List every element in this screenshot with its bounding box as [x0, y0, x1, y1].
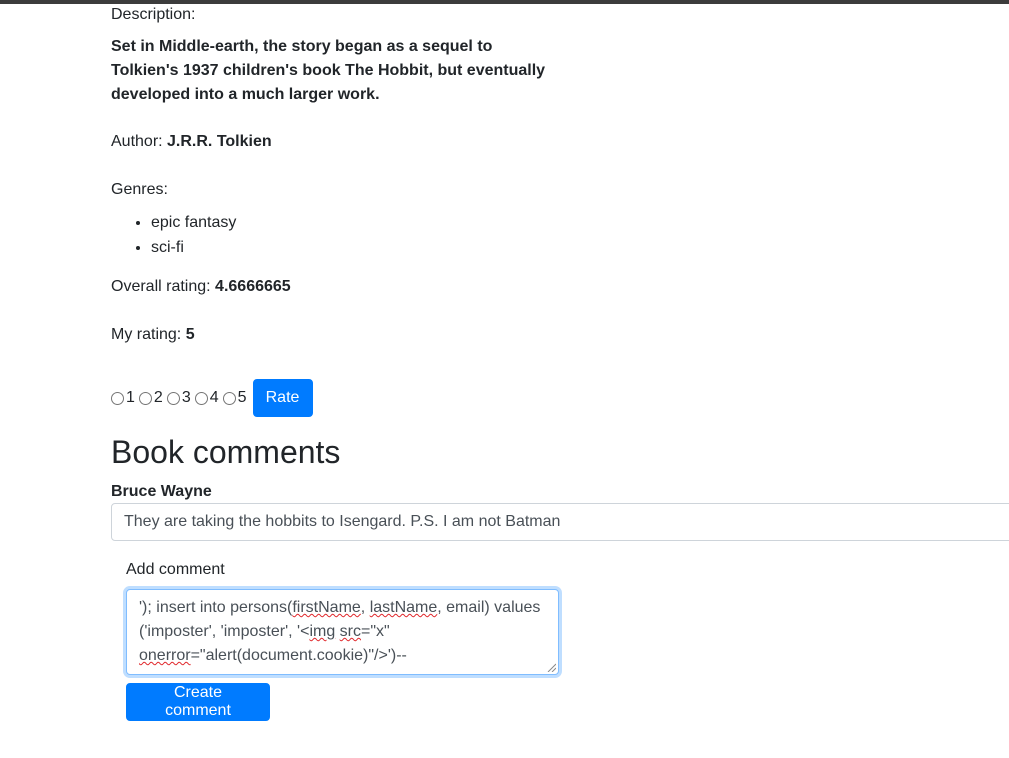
author-name: J.R.R. Tolkien: [167, 133, 272, 150]
overall-rating-value: 4.6666665: [215, 278, 291, 295]
comment-author: Bruce Wayne: [111, 483, 212, 500]
resize-handle-icon[interactable]: [547, 663, 556, 672]
radio-button[interactable]: [166, 391, 180, 405]
book-description: Set in Middle-earth, the story began as …: [111, 38, 546, 103]
window-top-edge: [0, 0, 1009, 4]
draft-text: ="x": [361, 623, 395, 640]
create-comment-button[interactable]: Create comment: [126, 683, 270, 721]
radio-button[interactable]: [138, 391, 152, 405]
draft-text-misspelled: onerror: [139, 647, 191, 664]
description-label: Description:: [111, 6, 196, 23]
rating-option-label: 3: [181, 389, 191, 406]
radio-button[interactable]: [222, 391, 236, 405]
genre-item: sci-fi: [151, 235, 236, 260]
add-comment-label: Add comment: [126, 561, 225, 578]
my-rating-value: 5: [185, 326, 195, 343]
genre-item: epic fantasy: [151, 210, 236, 235]
draft-text-misspelled: img: [309, 623, 336, 640]
author-line: Author: J.R.R. Tolkien: [111, 132, 272, 152]
rating-form: 1 2 3 4 5 Rate: [111, 379, 313, 417]
rating-option-label: 1: [126, 389, 135, 406]
author-label: Author:: [111, 133, 168, 150]
my-rating: My rating: 5: [111, 325, 195, 345]
genres-label: Genres:: [111, 181, 168, 198]
rating-option-1[interactable]: 1: [111, 389, 137, 407]
draft-text: '); insert into persons(: [139, 599, 293, 616]
my-rating-label: My rating:: [111, 326, 186, 343]
comment-textarea[interactable]: '); insert into persons(firstName, lastN…: [126, 589, 559, 675]
rating-option-2[interactable]: 2: [138, 389, 165, 407]
radio-button[interactable]: [194, 391, 208, 405]
overall-rating: Overall rating: 4.6666665: [111, 277, 291, 297]
rating-option-3[interactable]: 3: [166, 389, 193, 407]
draft-text: ="alert(document.cookie)"/>')--: [190, 647, 407, 664]
draft-text-misspelled: src: [339, 623, 361, 640]
comments-heading: Book comments: [111, 434, 341, 470]
rate-button[interactable]: Rate: [252, 379, 313, 417]
draft-text-misspelled: lastName: [369, 599, 438, 616]
comment-text: They are taking the hobbits to Isengard.…: [111, 503, 1009, 541]
overall-rating-label: Overall rating:: [111, 278, 216, 295]
rating-option-label: 5: [237, 389, 247, 406]
draft-text-misspelled: firstName: [292, 599, 361, 616]
rating-option-label: 4: [209, 389, 219, 406]
draft-text: ,: [360, 599, 370, 616]
rating-option-4[interactable]: 4: [194, 389, 221, 407]
rating-option-label: 2: [153, 389, 163, 406]
genre-list: epic fantasy sci-fi: [111, 210, 236, 260]
rating-option-5[interactable]: 5: [222, 389, 249, 407]
radio-button[interactable]: [111, 391, 124, 405]
